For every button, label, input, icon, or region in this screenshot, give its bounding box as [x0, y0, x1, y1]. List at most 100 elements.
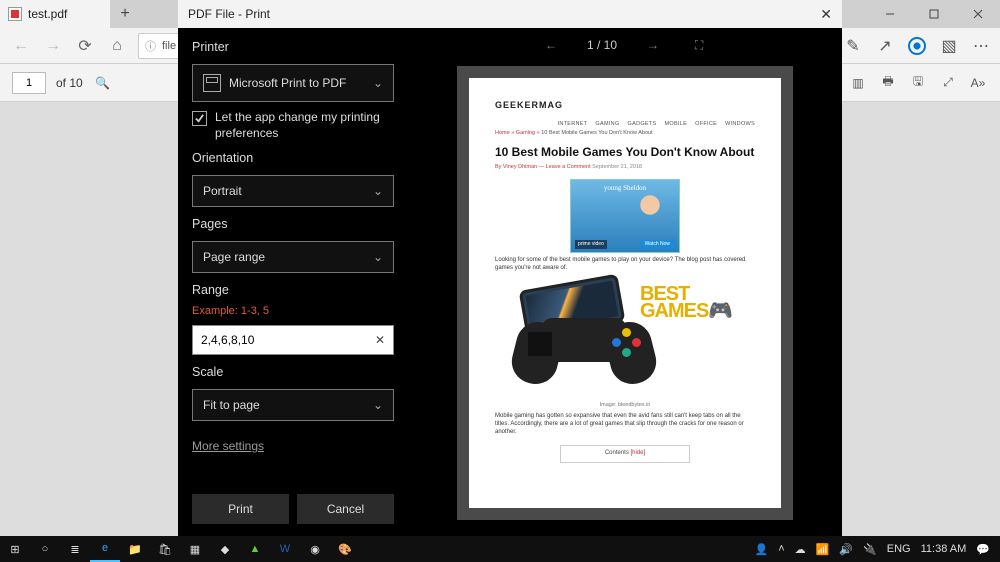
nav-gaming: GAMING — [595, 121, 619, 128]
favorites-icon[interactable]: ▧ — [940, 37, 958, 55]
preview-fullscreen-button[interactable]: ⛶ — [689, 35, 709, 55]
chevron-down-icon: ⌄ — [373, 184, 383, 198]
taskbar: ⊞ ○ ≣ e 📁 🛍 ▦ ◆ ▲ W ◉ 🎨 👤 ˄ ☁ 📶 🔊 🔌 ENG … — [0, 536, 1000, 562]
printer-select[interactable]: Microsoft Print to PDF ⌄ — [192, 64, 394, 102]
orientation-select[interactable]: Portrait ⌄ — [192, 175, 394, 207]
search-button[interactable]: ○ — [30, 536, 60, 562]
draw-icon[interactable]: ✎ — [844, 37, 862, 55]
taskbar-chrome[interactable]: ◉ — [300, 536, 330, 562]
notes-icon[interactable]: ▥ — [848, 73, 868, 93]
browser-tab[interactable]: test.pdf — [0, 0, 110, 28]
reading-view-icon[interactable] — [908, 37, 926, 55]
read-aloud-icon[interactable]: A» — [968, 73, 988, 93]
maximize-button[interactable] — [912, 0, 956, 28]
more-settings-link[interactable]: More settings — [192, 439, 394, 453]
scale-heading: Scale — [192, 365, 394, 379]
tray-clock[interactable]: 11:38 AM — [921, 543, 967, 555]
preview-prev-button[interactable]: ← — [541, 35, 561, 55]
home-button[interactable]: ⌂ — [106, 35, 128, 57]
taskbar-paint[interactable]: 🎨 — [330, 536, 360, 562]
hero-caption: Image: bleedbytes.in — [495, 402, 755, 409]
tray-power-icon[interactable]: 🔌 — [863, 543, 877, 556]
cancel-button[interactable]: Cancel — [297, 494, 394, 524]
contents-box: Contents [hide] — [560, 445, 690, 463]
tray-wifi-icon[interactable]: 📶 — [816, 543, 830, 556]
dpad-icon — [528, 332, 552, 356]
checkbox-checked-icon — [192, 111, 207, 126]
pdf-search-icon[interactable]: 🔍 — [93, 73, 113, 93]
article-lead: Looking for some of the best mobile game… — [495, 257, 755, 273]
article-byline: By Viney Dhiman — Leave a Comment Septem… — [495, 164, 755, 171]
page-number-input[interactable] — [12, 72, 46, 94]
orientation-heading: Orientation — [192, 151, 394, 165]
crumb-home: Home — [495, 130, 510, 136]
preview-page: GEEKERMAG INTERNET GAMING GADGETS MOBILE… — [469, 78, 781, 508]
taskbar-store[interactable]: 🛍 — [150, 536, 180, 562]
address-text: file — [162, 40, 176, 52]
taskbar-edge[interactable]: e — [90, 536, 120, 562]
taskbar-app1[interactable]: ▦ — [180, 536, 210, 562]
ad-banner: young Sheldon prime video Watch Now — [570, 179, 680, 253]
navbar-actions: ✎ ↗ ▧ ⋯ — [844, 37, 990, 55]
pages-value: Page range — [203, 250, 265, 264]
refresh-button[interactable]: ⟳ — [74, 35, 96, 57]
print-dialog: PDF File - Print ✕ Printer Microsoft Pri… — [178, 0, 842, 536]
let-app-checkbox[interactable]: Let the app change my printing preferenc… — [192, 110, 394, 141]
pages-select[interactable]: Page range ⌄ — [192, 241, 394, 273]
scale-select[interactable]: Fit to page ⌄ — [192, 389, 394, 421]
print-button[interactable]: Print — [192, 494, 289, 524]
tray-volume-icon[interactable]: 🔊 — [839, 543, 853, 556]
fit-icon[interactable]: ⤢ — [938, 73, 958, 93]
printer-icon — [203, 74, 221, 92]
save-icon[interactable]: 🖫 — [908, 73, 928, 93]
task-view-button[interactable]: ≣ — [60, 536, 90, 562]
dialog-close-button[interactable]: ✕ — [820, 6, 832, 23]
preview-page-counter: 1 / 10 — [587, 38, 617, 52]
new-tab-button[interactable]: + — [110, 0, 140, 28]
taskbar-word[interactable]: W — [270, 536, 300, 562]
clear-range-button[interactable]: ✕ — [375, 333, 385, 347]
print-icon[interactable]: 🖶 — [878, 73, 898, 93]
back-button[interactable]: ← — [10, 35, 32, 57]
start-button[interactable]: ⊞ — [0, 536, 30, 562]
preview-next-button[interactable]: → — [643, 35, 663, 55]
nav-windows: WINDOWS — [725, 121, 755, 128]
info-icon: ⓘ — [145, 38, 156, 54]
article-body: Mobile gaming has gotten so expansive th… — [495, 413, 755, 436]
nav-internet: INTERNET — [558, 121, 588, 128]
tray-people-icon[interactable]: 👤 — [755, 543, 769, 556]
pdf-favicon-icon — [8, 7, 22, 21]
tray-onedrive-icon[interactable]: ☁ — [795, 543, 806, 556]
ad-title: young Sheldon — [571, 184, 679, 193]
tray-notifications-icon[interactable]: 💬 — [976, 543, 990, 556]
taskbar-explorer[interactable]: 📁 — [120, 536, 150, 562]
chevron-down-icon: ⌄ — [373, 398, 383, 412]
tray-up-icon[interactable]: ˄ — [778, 543, 784, 555]
nav-mobile: MOBILE — [665, 121, 688, 128]
dialog-titlebar: PDF File - Print ✕ — [178, 0, 842, 28]
tray-language[interactable]: ENG — [887, 543, 911, 555]
toc-toggle: hide — [632, 450, 643, 456]
close-window-button[interactable] — [956, 0, 1000, 28]
range-input-wrap: ✕ — [192, 325, 394, 355]
printer-heading: Printer — [192, 40, 394, 54]
share-icon[interactable]: ↗ — [876, 37, 894, 55]
more-icon[interactable]: ⋯ — [972, 37, 990, 55]
taskbar-app2[interactable]: ◆ — [210, 536, 240, 562]
minimize-button[interactable] — [868, 0, 912, 28]
range-input[interactable] — [201, 333, 375, 347]
print-options-panel: Printer Microsoft Print to PDF ⌄ Let the… — [178, 28, 408, 536]
nav-office: OFFICE — [695, 121, 717, 128]
ad-cta: Watch Now — [640, 240, 675, 249]
orientation-value: Portrait — [203, 184, 242, 198]
forward-button[interactable]: → — [42, 35, 64, 57]
byline-comment: Leave a Comment — [546, 164, 591, 170]
range-example: Example: 1-3, 5 — [192, 305, 394, 317]
nav-gadgets: GADGETS — [628, 121, 657, 128]
let-app-label: Let the app change my printing preferenc… — [215, 110, 394, 141]
article-nav: INTERNET GAMING GADGETS MOBILE OFFICE WI… — [495, 121, 755, 128]
hero-image: BEST GAMES🎮 — [510, 280, 740, 400]
hero-word-games: GAMES — [640, 300, 708, 322]
byline-author: By Viney Dhiman — [495, 164, 537, 170]
taskbar-app3[interactable]: ▲ — [240, 536, 270, 562]
